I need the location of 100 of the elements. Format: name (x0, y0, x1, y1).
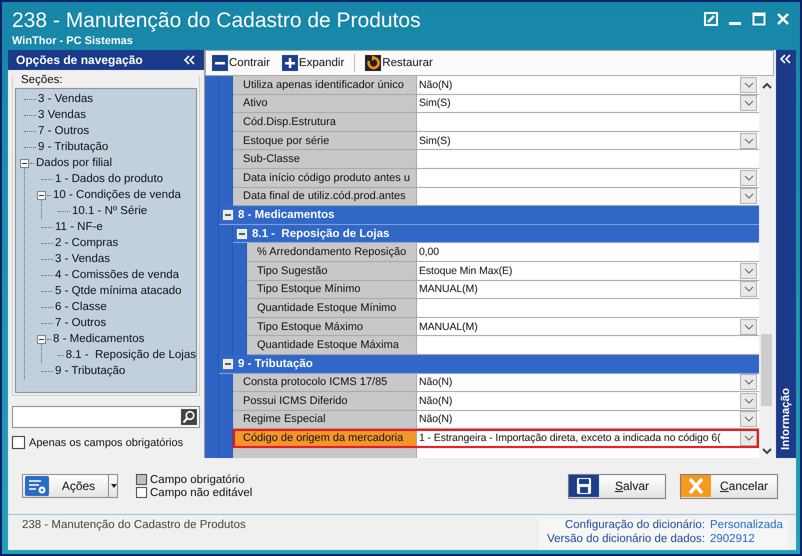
toolbar-button[interactable]: Restaurar (363, 55, 435, 71)
tree-item[interactable]: 1 - Dados do produto (55, 173, 164, 185)
property-row[interactable]: Utiliza apenas identificador único Não(N) (233, 76, 759, 95)
value-field[interactable]: 0,00 (417, 243, 759, 261)
status-text: 238 - Manutenção do Cadastro de Produtos (22, 519, 246, 533)
collapse-toggle-icon[interactable] (37, 334, 46, 344)
property-label: Quantidade Estoque Mínimo (247, 299, 417, 317)
dropdown-button[interactable] (740, 430, 757, 446)
property-row[interactable]: % Arredondamento Reposição 0,00 (247, 243, 759, 262)
caret-icon[interactable] (108, 475, 117, 497)
maximize-icon[interactable] (752, 12, 766, 26)
property-row[interactable]: Tipo Estoque Máximo MANUAL(M) (247, 318, 759, 336)
dropdown-button[interactable] (740, 132, 757, 149)
navigation-header: Opções de navegação (8, 50, 204, 70)
tree-item[interactable]: 11 - NF-e (55, 221, 103, 233)
property-row[interactable]: Código de origem da mercadoria 1 - Estrangeira - Importação direta, exceto a indicada no código 6( (233, 429, 759, 448)
status-label: Configuração do dicionário: (564, 519, 705, 531)
scrollbar[interactable] (759, 76, 774, 458)
category-header[interactable]: 8.1 - Reposição de Lojas (233, 224, 759, 244)
value-field[interactable]: MANUAL(M) (417, 280, 759, 298)
property-row[interactable]: Ativo Sim(S) (233, 94, 759, 114)
value-field[interactable]: Não(N) (417, 374, 759, 392)
collapse-toggle-icon[interactable] (20, 158, 29, 168)
scroll-thumb[interactable] (761, 334, 772, 406)
dropdown-button[interactable] (740, 374, 757, 390)
dropdown-button[interactable] (740, 95, 757, 112)
collapse-toggle-icon[interactable] (37, 190, 46, 200)
scroll-up-icon[interactable] (762, 82, 772, 90)
tree-item[interactable]: 10.1 - Nº Série (72, 205, 148, 217)
property-row[interactable]: Tipo Sugestão Estoque Min Max(E) (247, 262, 759, 281)
value-field[interactable]: Sim(S) (417, 132, 759, 150)
value-field[interactable]: Não(N) (417, 76, 759, 94)
dropdown-button[interactable] (740, 170, 757, 186)
property-row[interactable]: Data início código produto antes u (233, 168, 759, 188)
toolbar-button[interactable]: Expandir (280, 55, 346, 71)
checkbox[interactable] (12, 436, 25, 449)
dropdown-button[interactable] (740, 411, 757, 428)
property-label: Sub-Classe (233, 150, 417, 168)
close-icon[interactable] (776, 12, 790, 26)
dropdown-button[interactable] (740, 76, 757, 93)
x-icon (681, 475, 711, 497)
property-row[interactable]: Sub-Classe (233, 150, 759, 169)
double-chevron-icon[interactable] (780, 54, 792, 64)
dropdown-button[interactable] (740, 281, 757, 298)
property-label: Tipo Estoque Mínimo (247, 280, 417, 298)
tree-item[interactable]: 6 - Classe (55, 301, 107, 313)
tree-item[interactable]: 8 - Medicamentos (53, 333, 144, 345)
cancel-button[interactable]: Cancelar (680, 474, 778, 498)
value-text: Estoque Min Max(E) (419, 264, 512, 277)
save-button[interactable]: Salvar (568, 474, 666, 498)
tree-item[interactable]: Dados por filial (36, 157, 112, 169)
category-header[interactable]: 9 - Tributação (219, 354, 759, 374)
property-label: % Arredondamento Reposição (247, 243, 417, 261)
dropdown-button[interactable] (740, 262, 757, 279)
property-label: Código de origem da mercadoria (233, 429, 417, 447)
tree-item[interactable]: 10 - Condições de venda (53, 189, 181, 201)
tree-item[interactable]: 2 - Compras (55, 237, 118, 249)
value-field[interactable]: 1 - Estrangeira - Importação direta, exceto a indicada no código 6( (417, 429, 759, 447)
chevron-down-icon (744, 398, 754, 404)
tree-item[interactable]: 4 - Comissões de venda (55, 269, 180, 281)
edit-window-icon[interactable] (704, 12, 718, 26)
tree-item[interactable]: 5 - Qtde mínima atacado (55, 285, 182, 297)
window-subtitle: WinThor - PC Sistemas (12, 35, 134, 47)
property-label: Consta protocolo ICMS 17/85 (233, 374, 417, 392)
property-row[interactable]: Quantidade Estoque Mínimo (247, 299, 759, 318)
property-row[interactable]: Cód.Disp.Estrutura (233, 113, 759, 132)
value-field[interactable]: MANUAL(M) (417, 318, 759, 336)
scroll-down-icon[interactable] (762, 447, 772, 455)
tree-item[interactable]: 7 - Outros (55, 317, 106, 329)
dropdown-button[interactable] (740, 392, 757, 409)
info-panel[interactable]: Informação (776, 50, 796, 458)
actions-button[interactable]: Ações (22, 474, 118, 498)
tree-item[interactable]: 9 - Tributação (55, 365, 126, 377)
dropdown-button[interactable] (740, 318, 757, 335)
property-row[interactable]: Regime Especial Não(N) (233, 410, 759, 430)
tree-item[interactable]: 7 - Outros (38, 125, 90, 137)
value-field[interactable]: Estoque Min Max(E) (417, 262, 759, 280)
tree-item[interactable]: 9 - Tributação (38, 141, 108, 153)
tree-item[interactable]: 3 Vendas (38, 109, 86, 121)
double-chevron-icon[interactable] (184, 55, 196, 65)
circular-arrow-icon (365, 55, 382, 71)
search-icon[interactable] (181, 409, 197, 425)
value-text: Não(N) (419, 394, 452, 407)
category-header[interactable]: 8 - Medicamentos (219, 206, 759, 225)
tree-item[interactable]: 8.1 - Reposição de Lojas (66, 349, 196, 361)
search-field[interactable] (12, 406, 200, 428)
dropdown-button[interactable] (740, 188, 757, 204)
tree-item[interactable]: 3 - Vendas (38, 93, 93, 105)
property-row[interactable]: Estoque por série Sim(S) (233, 132, 759, 150)
value-field[interactable]: Não(N) (417, 410, 759, 428)
value-field[interactable]: Sim(S) (417, 94, 759, 112)
tree-item[interactable]: 3 - Vendas (55, 253, 110, 265)
property-row[interactable]: Tipo Estoque Mínimo MANUAL(M) (247, 280, 759, 300)
chevron-down-icon (744, 100, 754, 106)
value-text: Sim(S) (419, 97, 450, 110)
toolbar-button[interactable]: Contrair (210, 55, 272, 71)
value-field[interactable]: Não(N) (417, 392, 759, 410)
property-row[interactable]: Possui ICMS Diferido Não(N) (233, 392, 759, 411)
property-row[interactable]: Quantidade Estoque Máxima (247, 336, 759, 355)
property-row[interactable]: Consta protocolo ICMS 17/85 Não(N) (233, 374, 759, 392)
